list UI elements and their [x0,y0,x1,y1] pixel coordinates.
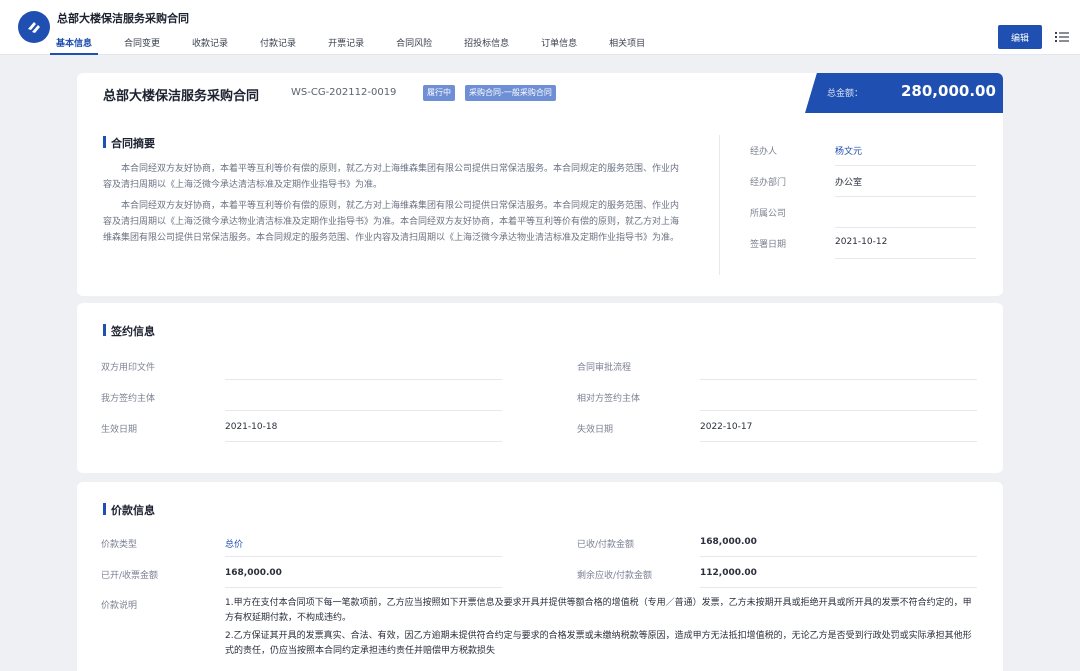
invoiced-amount-value: 168,000.00 [225,568,282,578]
summary-divider [719,135,720,275]
remaining-amount-value: 112,000.00 [700,568,757,578]
field-label: 价款说明 [101,601,138,611]
total-amount-value: 280,000.00 [901,82,996,100]
tab-basic-info[interactable]: 基本信息 [50,33,99,55]
side-info-value: 2021-10-12 [835,237,888,247]
field-underline [835,258,976,259]
price-section-title: 价款信息 [103,502,155,518]
tab-related-projects[interactable]: 相关项目 [603,33,651,55]
field-label: 剩余应收/付款金额 [577,571,653,581]
field-underline [225,556,502,557]
tab-invoice-records[interactable]: 开票记录 [322,33,370,55]
contract-name: 总部大楼保洁服务采购合同 [103,89,260,104]
field-underline [225,587,502,588]
side-info-key: 签署日期 [750,240,787,250]
app-logo-icon [18,11,50,43]
top-header: 总部大楼保洁服务采购合同 基本信息 合同变更 收款记录 付款记录 开票记录 合同… [0,0,1080,55]
summary-section-title: 合同摘要 [103,135,155,151]
tab-bar: 基本信息 合同变更 收款记录 付款记录 开票记录 合同风险 招投标信息 订单信息… [50,33,671,55]
handler-link[interactable]: 杨文元 [835,144,862,157]
total-amount-panel: 总金额： 280,000.00 [805,73,1003,113]
list-menu-icon[interactable] [1055,30,1069,44]
field-label: 我方签约主体 [101,394,156,404]
field-underline [700,441,977,442]
summary-paragraph: 本合同经双方友好协商，本着平等互利等价有偿的原则，就乙方对上海维森集团有限公司提… [103,164,680,190]
field-underline [700,379,977,380]
signing-section-title: 签约信息 [103,323,155,339]
contract-type-badge: 采购合同-一般采购合同 [465,85,556,101]
status-badge: 履行中 [423,85,455,101]
field-underline [225,441,502,442]
field-label: 生效日期 [101,425,138,435]
summary-paragraph: 本合同经双方友好协商，本着平等互利等价有偿的原则，就乙方对上海维森集团有限公司提… [103,201,680,243]
tab-order-info[interactable]: 订单信息 [535,33,583,55]
side-info-row: 所属公司 [750,197,976,228]
tab-contract-changes[interactable]: 合同变更 [118,33,166,55]
app-title: 总部大楼保洁服务采购合同 [57,12,189,25]
side-info-row: 签署日期 2021-10-12 [750,228,976,259]
tab-payment-records[interactable]: 付款记录 [254,33,302,55]
field-label: 失效日期 [577,425,614,435]
tab-bidding-info[interactable]: 招投标信息 [458,33,515,55]
side-info-key: 经办部门 [750,178,787,188]
field-underline [700,587,977,588]
tab-receipt-records[interactable]: 收款记录 [186,33,234,55]
side-info-key: 所属公司 [750,209,787,219]
side-info-row: 经办人 杨文元 [750,135,976,166]
field-label: 已开/收票金额 [101,571,159,581]
field-underline [225,410,502,411]
field-underline [700,556,977,557]
side-info-key: 经办人 [750,147,778,157]
edit-button[interactable]: 编辑 [998,25,1042,49]
field-label: 价款类型 [101,540,138,550]
field-label: 相对方签约主体 [577,394,641,404]
price-description-item: 1.甲方在支付本合同项下每一笔款项前，乙方应当按照如下开票信息及要求开具并提供等… [225,598,972,623]
field-underline [225,379,502,380]
signing-info-card: 签约信息 双方用印文件 合同审批流程 我方签约主体 相对方签约主体 生效日期 2… [77,303,1003,473]
effective-date-value: 2021-10-18 [225,422,278,432]
field-label: 合同审批流程 [577,363,632,373]
price-info-card: 价款信息 价款类型 总价 已收/付款金额 168,000.00 已开/收票金额 … [77,482,1003,671]
field-label: 双方用印文件 [101,363,156,373]
expiry-date-value: 2022-10-17 [700,422,753,432]
field-label: 已收/付款金额 [577,540,635,550]
total-amount-label: 总金额： [827,89,864,99]
side-info-row: 经办部门 办公室 [750,166,976,197]
tab-contract-risk[interactable]: 合同风险 [390,33,438,55]
paid-amount-value: 168,000.00 [700,537,757,547]
price-type-value[interactable]: 总价 [225,537,243,550]
contract-overview-card: 总部大楼保洁服务采购合同 WS-CG-202112-0019 履行中 采购合同-… [77,73,1003,296]
field-underline [700,410,977,411]
price-description-item: 2.乙方保证其开具的发票真实、合法、有效，因乙方逾期未提供符合约定与要求的合格发… [225,631,972,656]
side-info-value: 办公室 [835,178,863,188]
contract-code: WS-CG-202112-0019 [291,87,397,98]
